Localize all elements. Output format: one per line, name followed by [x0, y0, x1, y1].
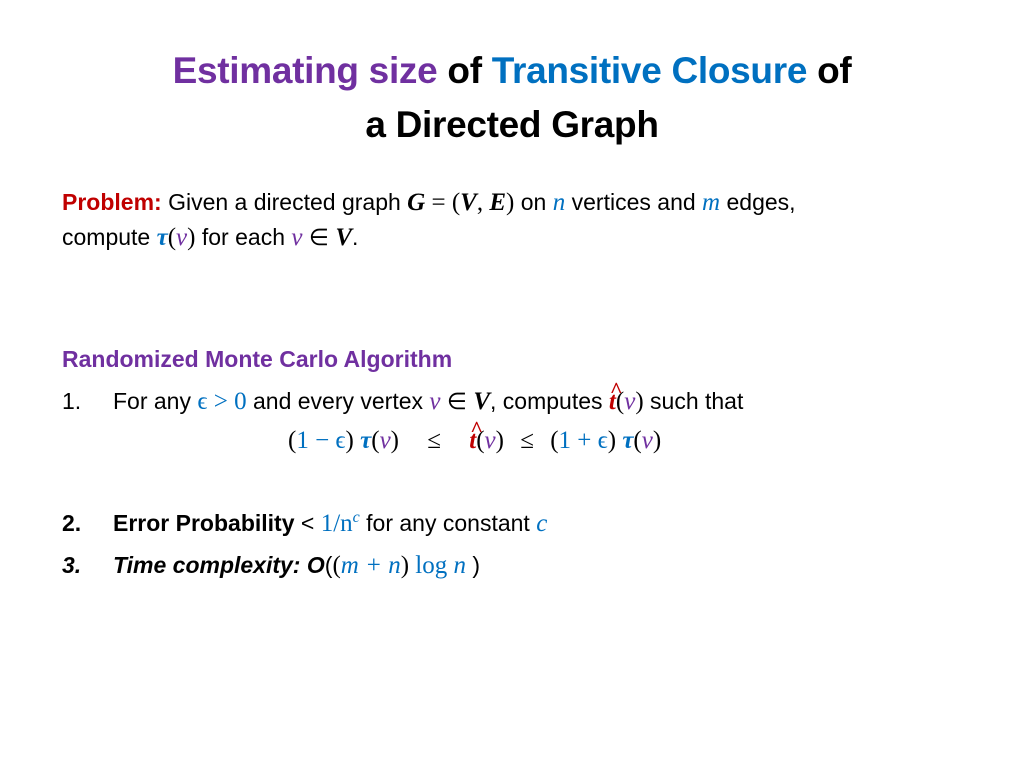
math-v: v — [379, 427, 391, 454]
item-text: such that — [643, 388, 744, 414]
algorithm-item-2: 2. Error Probability < 1/nc for any const… — [62, 506, 547, 541]
math-paren-open: ( — [167, 224, 177, 251]
ineq-rparen: ) — [390, 427, 399, 454]
less-than: < — [294, 510, 321, 536]
problem-statement: Problem: Given a directed graph G = (V, … — [62, 185, 796, 255]
math-n: n — [552, 189, 566, 216]
ineq-lparen: ( — [371, 427, 380, 454]
math-m-plus-n: m + n — [340, 552, 401, 579]
math-E: E — [489, 189, 507, 216]
title-line-1: Estimating size of Transitive Closure of — [0, 44, 1024, 98]
math-error-bound: 1/nc — [320, 509, 360, 538]
math-G: G — [407, 189, 426, 216]
math-eq-open: = ( — [425, 189, 461, 216]
problem-for-each-text: for each — [195, 224, 292, 250]
problem-label: Problem: — [62, 189, 162, 215]
problem-line-1: Problem: Given a directed graph G = (V, … — [62, 185, 796, 220]
approximation-inequality: (1 − ϵ) τ(v) ≤ t(v) ≤ (1 + ϵ) τ(v) — [288, 412, 662, 458]
ineq-lparen: ( — [633, 427, 642, 454]
item-text: For any — [113, 388, 198, 414]
ineq-rparen: ) — [652, 427, 662, 454]
math-comma: , — [476, 189, 490, 216]
item-number: 3. — [62, 552, 82, 578]
math-c: c — [536, 510, 548, 537]
problem-text-edges: edges, — [720, 189, 796, 215]
paren-close: ) — [465, 552, 481, 578]
math-t-hat: t — [609, 373, 623, 419]
title-of-2: of — [807, 50, 852, 91]
algorithm-item-1: 1. For any ϵ > 0 and every vertex v ∈ V, … — [62, 373, 744, 419]
math-n: n — [453, 552, 466, 579]
problem-line-2: compute τ(v) for each v ∈ V. — [62, 220, 796, 255]
title-estimating-size: Estimating size — [172, 50, 438, 91]
ineq-rparen: ) — [345, 427, 354, 454]
ineq-upper-factor: 1 + ϵ — [558, 427, 608, 454]
math-tau: τ — [360, 427, 372, 454]
math-element-of: ∈ — [302, 224, 336, 250]
math-exponent-c: c — [352, 509, 360, 526]
math-v-2: v — [291, 224, 303, 251]
ineq-rparen: ) — [495, 427, 504, 454]
algorithm-heading: Randomized Monte Carlo Algorithm — [62, 346, 453, 372]
error-probability-label: Error Probability — [113, 510, 295, 536]
math-V: V — [473, 388, 491, 415]
math-v: v — [429, 388, 441, 415]
problem-compute-text: compute — [62, 224, 157, 250]
item-number: 1. — [62, 388, 82, 414]
slide: Estimating size of Transitive Closure of… — [0, 0, 1024, 768]
math-tau: τ — [622, 427, 634, 454]
math-eps-condition: ϵ > 0 — [197, 388, 247, 415]
math-paren-close: ) — [635, 388, 644, 415]
math-V-2: V — [335, 224, 352, 251]
math-element-of: ∈ — [440, 388, 474, 414]
ineq-lparen: ( — [550, 427, 559, 454]
math-tau: τ — [156, 224, 168, 251]
item-text: for any constant — [359, 510, 537, 536]
ineq-leq: ≤ — [427, 427, 441, 454]
ineq-lower-factor: 1 − ϵ — [296, 427, 346, 454]
problem-text-vertices: vertices and — [565, 189, 703, 215]
title-transitive-closure: Transitive Closure — [491, 50, 808, 91]
time-complexity-label: Time complexity: O — [113, 552, 325, 578]
title-of-1: of — [437, 50, 492, 91]
math-log: log — [409, 552, 454, 579]
algorithm-item-3: 3. Time complexity: O((m + n) log n ) — [62, 548, 480, 583]
math-v: v — [641, 427, 653, 454]
math-v: v — [624, 388, 636, 415]
problem-text-on: on — [514, 189, 553, 215]
math-v: v — [484, 427, 496, 454]
expr-paren-close: ) — [400, 552, 410, 579]
slide-title: Estimating size of Transitive Closure of… — [0, 44, 1024, 152]
ineq-rparen: ) — [607, 427, 617, 454]
item-text: , computes — [490, 388, 609, 414]
math-V: V — [460, 189, 477, 216]
expr-paren-open: ( — [332, 552, 341, 579]
math-m: m — [702, 189, 721, 216]
item-text: and every vertex — [246, 388, 430, 414]
ineq-leq: ≤ — [520, 427, 534, 454]
problem-text: Given a directed graph — [161, 189, 408, 215]
math-v: v — [176, 224, 188, 251]
problem-period: . — [352, 224, 359, 250]
math-t-hat: t — [469, 412, 483, 458]
item-number: 2. — [62, 510, 82, 536]
title-line-2: a Directed Graph — [365, 104, 659, 145]
